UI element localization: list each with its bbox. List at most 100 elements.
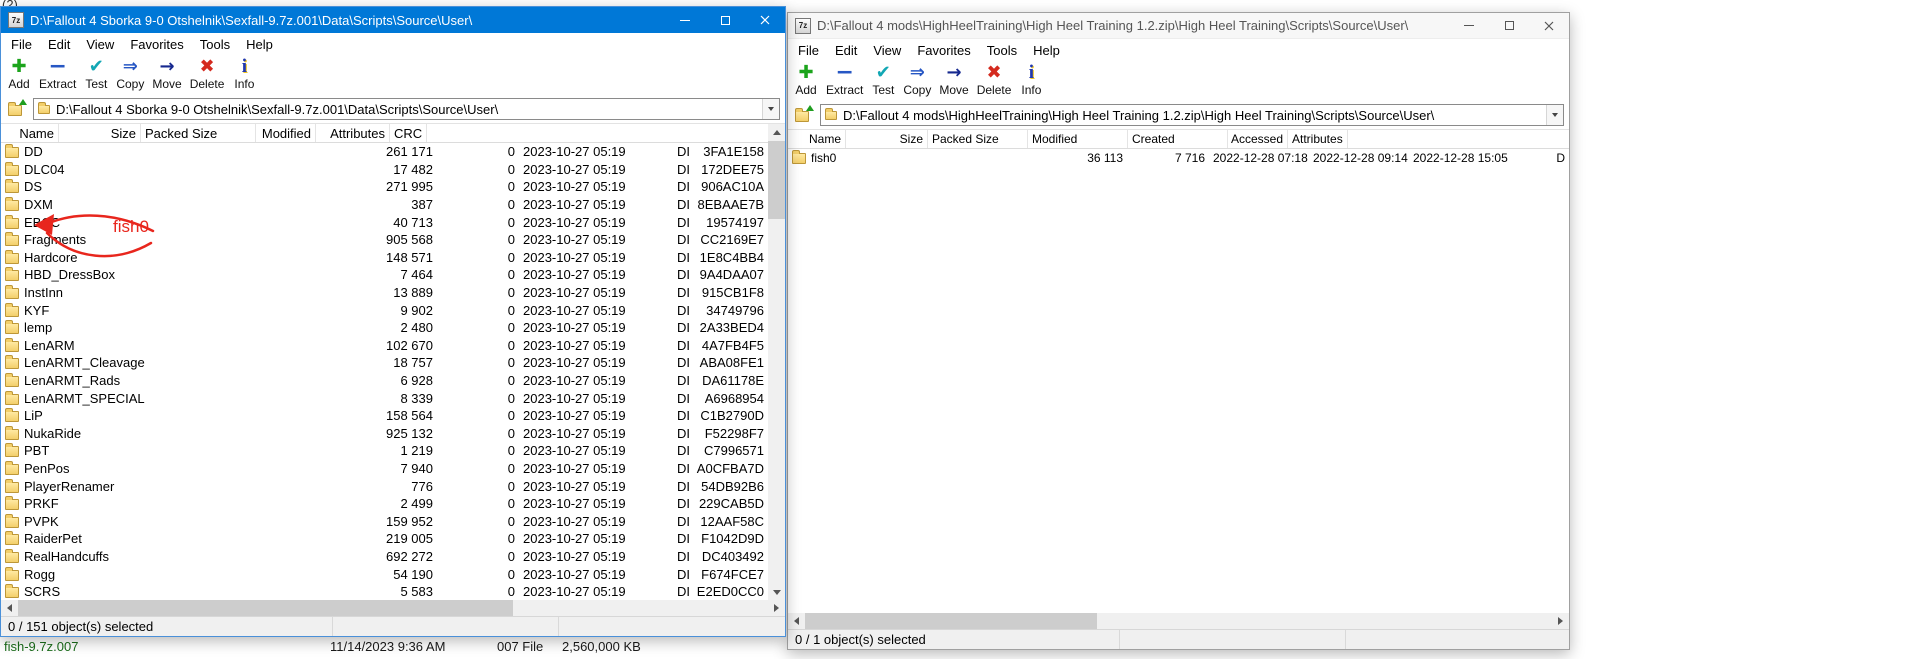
- address-input[interactable]: [52, 99, 762, 119]
- menu-item[interactable]: Tools: [979, 41, 1025, 60]
- column-header[interactable]: Name: [788, 130, 846, 148]
- table-row[interactable]: PRKF 2 499 0 2023-10-27 05:19 DI 229CAB5…: [1, 495, 785, 513]
- titlebar[interactable]: D:\Fallout 4 mods\HighHeelTraining\High …: [788, 13, 1569, 39]
- table-row[interactable]: InstInn 13 889 0 2023-10-27 05:19 DI 915…: [1, 284, 785, 302]
- table-row[interactable]: HBD_DressBox 7 464 0 2023-10-27 05:19 DI…: [1, 266, 785, 284]
- column-header[interactable]: Created: [1128, 130, 1228, 148]
- column-header[interactable]: Modified: [256, 124, 316, 142]
- table-row[interactable]: KYF 9 902 0 2023-10-27 05:19 DI 34749796: [1, 301, 785, 319]
- address-input[interactable]: [839, 105, 1546, 125]
- delete-button[interactable]: Delete: [973, 62, 1016, 98]
- menu-item[interactable]: View: [78, 35, 122, 54]
- table-row[interactable]: Fragments 905 568 0 2023-10-27 05:19 DI …: [1, 231, 785, 249]
- menu-item[interactable]: Edit: [40, 35, 78, 54]
- scrollbar-track[interactable]: [18, 600, 768, 616]
- column-header[interactable]: Packed Size: [928, 130, 1028, 148]
- column-header[interactable]: Attributes: [316, 124, 390, 142]
- parent-folder-button[interactable]: [6, 99, 28, 119]
- address-dropdown-button[interactable]: [1546, 105, 1563, 125]
- table-row[interactable]: DLC04 17 482 0 2023-10-27 05:19 DI 172DE…: [1, 161, 785, 179]
- menu-item[interactable]: Favorites: [122, 35, 191, 54]
- horizontal-scrollbar[interactable]: [1, 600, 785, 616]
- scroll-up-button[interactable]: [768, 124, 785, 140]
- menu-item[interactable]: Help: [1025, 41, 1068, 60]
- folder-icon: [5, 394, 19, 405]
- scrollbar-track[interactable]: [768, 140, 785, 584]
- minimize-button[interactable]: [1449, 13, 1489, 38]
- toolbar: Add Extract Test Copy: [1, 55, 785, 95]
- delete-button[interactable]: Delete: [186, 56, 229, 92]
- table-row[interactable]: DXM 387 0 2023-10-27 05:19 DI 8EBAAE7B: [1, 196, 785, 214]
- column-header[interactable]: Modified: [1028, 130, 1128, 148]
- menu-item[interactable]: File: [790, 41, 827, 60]
- menu-item[interactable]: Favorites: [909, 41, 978, 60]
- table-row[interactable]: PlayerRenamer 776 0 2023-10-27 05:19 DI …: [1, 477, 785, 495]
- close-button[interactable]: [1529, 13, 1569, 38]
- table-row[interactable]: fish0 36 113 7 716 2022-12-28 07:18 2022…: [788, 149, 1569, 167]
- table-row[interactable]: LenARMT_Cleavage 18 757 0 2023-10-27 05:…: [1, 354, 785, 372]
- scrollbar-thumb[interactable]: [18, 600, 513, 616]
- minimize-button[interactable]: [665, 7, 705, 33]
- table-row[interactable]: PenPos 7 940 0 2023-10-27 05:19 DI A0CFB…: [1, 460, 785, 478]
- maximize-button[interactable]: [705, 7, 745, 33]
- copy-button[interactable]: Copy: [899, 62, 935, 98]
- table-row[interactable]: PBT 1 219 0 2023-10-27 05:19 DI C7996571: [1, 442, 785, 460]
- info-button[interactable]: Info: [228, 56, 260, 92]
- test-button[interactable]: Test: [867, 62, 899, 98]
- copy-button[interactable]: Copy: [112, 56, 148, 92]
- move-button[interactable]: Move: [148, 56, 185, 92]
- table-row[interactable]: NukaRide 925 132 0 2023-10-27 05:19 DI F…: [1, 425, 785, 443]
- column-header[interactable]: Size: [846, 130, 928, 148]
- up-arrow-icon: [806, 105, 814, 111]
- scroll-left-button[interactable]: [1, 600, 18, 616]
- test-button[interactable]: Test: [80, 56, 112, 92]
- table-row[interactable]: DD 261 171 0 2023-10-27 05:19 DI 3FA1E15…: [1, 143, 785, 161]
- menu-item[interactable]: View: [865, 41, 909, 60]
- table-row[interactable]: SCRS 5 583 0 2023-10-27 05:19 DI E2ED0CC…: [1, 583, 785, 600]
- item-size: 54 190: [379, 565, 437, 583]
- column-header[interactable]: Name: [1, 124, 59, 142]
- menu-item[interactable]: Tools: [192, 35, 238, 54]
- table-row[interactable]: Rogg 54 190 0 2023-10-27 05:19 DI F674FC…: [1, 565, 785, 583]
- scroll-right-button[interactable]: [1552, 613, 1569, 629]
- scroll-left-button[interactable]: [788, 613, 805, 629]
- scrollbar-thumb[interactable]: [805, 613, 1097, 629]
- triangle-left-icon: [7, 604, 12, 612]
- table-row[interactable]: LenARM 102 670 0 2023-10-27 05:19 DI 4A7…: [1, 337, 785, 355]
- column-header[interactable]: Accessed: [1228, 130, 1288, 148]
- scrollbar-thumb[interactable]: [768, 141, 785, 219]
- table-row[interactable]: LiP 158 564 0 2023-10-27 05:19 DI C1B279…: [1, 407, 785, 425]
- maximize-button[interactable]: [1489, 13, 1529, 38]
- table-row[interactable]: RealHandcuffs 692 272 0 2023-10-27 05:19…: [1, 548, 785, 566]
- info-button[interactable]: Info: [1015, 62, 1047, 98]
- column-header[interactable]: Size: [59, 124, 141, 142]
- extract-button[interactable]: Extract: [35, 56, 80, 92]
- table-row[interactable]: EBCC 40 713 0 2023-10-27 05:19 DI 195741…: [1, 213, 785, 231]
- table-row[interactable]: PVPK 159 952 0 2023-10-27 05:19 DI 12AAF…: [1, 512, 785, 530]
- menu-item[interactable]: Edit: [827, 41, 865, 60]
- table-row[interactable]: LenARMT_SPECIAL 8 339 0 2023-10-27 05:19…: [1, 389, 785, 407]
- menu-item[interactable]: File: [3, 35, 40, 54]
- table-row[interactable]: LenARMT_Rads 6 928 0 2023-10-27 05:19 DI…: [1, 372, 785, 390]
- table-row[interactable]: RaiderPet 219 005 0 2023-10-27 05:19 DI …: [1, 530, 785, 548]
- move-button[interactable]: Move: [935, 62, 972, 98]
- scrollbar-track[interactable]: [805, 613, 1552, 629]
- scroll-down-button[interactable]: [768, 584, 785, 600]
- add-button[interactable]: Add: [790, 62, 822, 98]
- table-row[interactable]: Hardcore 148 571 0 2023-10-27 05:19 DI 1…: [1, 249, 785, 267]
- column-header[interactable]: Packed Size: [141, 124, 256, 142]
- column-header[interactable]: CRC: [390, 124, 427, 142]
- table-row[interactable]: DS 271 995 0 2023-10-27 05:19 DI 906AC10…: [1, 178, 785, 196]
- parent-folder-button[interactable]: [793, 105, 815, 125]
- extract-button[interactable]: Extract: [822, 62, 867, 98]
- table-row[interactable]: lemp 2 480 0 2023-10-27 05:19 DI 2A33BED…: [1, 319, 785, 337]
- close-button[interactable]: [745, 7, 785, 33]
- address-dropdown-button[interactable]: [762, 99, 779, 119]
- scroll-right-button[interactable]: [768, 600, 785, 616]
- vertical-scrollbar[interactable]: [768, 124, 785, 600]
- menu-item[interactable]: Help: [238, 35, 281, 54]
- column-header[interactable]: Attributes: [1288, 130, 1348, 148]
- add-button[interactable]: Add: [3, 56, 35, 92]
- horizontal-scrollbar[interactable]: [788, 613, 1569, 629]
- titlebar[interactable]: D:\Fallout 4 Sborka 9-0 Otshelnik\Sexfal…: [1, 7, 785, 33]
